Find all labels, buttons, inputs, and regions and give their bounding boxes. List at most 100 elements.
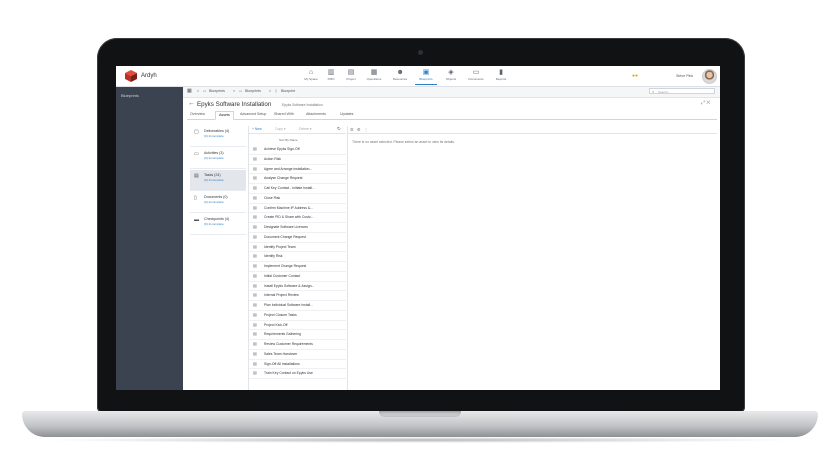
detail-toolbar: ☰ ⚙ ⋮ (347, 126, 717, 134)
task-icon: ▤ (253, 272, 257, 278)
category-incomplete-count[interactable]: (0) Incomplete (204, 156, 224, 160)
task-name: Close Risk (264, 195, 281, 200)
tab-updates[interactable]: Updates (337, 111, 356, 118)
delete-button[interactable]: Delete ▾ (299, 127, 311, 131)
nav-item-operations[interactable]: ▦ Operations (361, 69, 387, 81)
list-item[interactable]: ▤ Action Risk (249, 155, 346, 165)
refresh-icon[interactable]: ↻ (337, 126, 341, 132)
task-icon: ▤ (253, 360, 257, 366)
tab-overview[interactable]: Overview (187, 111, 208, 118)
tab-shared-with[interactable]: Shared With (271, 111, 297, 118)
nav-item-resources[interactable]: ☻ Resources (387, 69, 413, 81)
page-subtitle: Epyks Software Installation (282, 103, 323, 107)
nav-item-documents[interactable]: ▭ Documents (463, 69, 489, 81)
list-item[interactable]: ▤ Document Change Request (249, 233, 346, 243)
task-name: Identify Risk (264, 254, 283, 259)
list-item[interactable]: ▤ Call Key Contact - Initiate Install... (249, 184, 346, 194)
list-item[interactable]: ▤ Initial Customer Contact (249, 272, 346, 282)
sort-dropdown[interactable]: Sort By Name (249, 137, 346, 143)
window-controls-icon[interactable]: ⤢ ✕ (701, 100, 710, 106)
breadcrumb-separator: > (269, 89, 272, 93)
laptop-opening-notch (379, 411, 461, 417)
task-name: Agree and Arrange installation... (264, 166, 313, 171)
factory-icon: ▦ (370, 69, 378, 76)
sort-label: Sort By Name (279, 138, 298, 142)
tab-assets[interactable]: Assets (215, 111, 234, 120)
nav-item-reports[interactable]: ▮ Reports (488, 69, 514, 81)
task-icon: ▤ (253, 350, 257, 356)
list-item[interactable]: ▤ Internal Project Review (249, 291, 346, 301)
back-arrow-icon[interactable]: ← (188, 100, 195, 107)
nav-item-blueprints[interactable]: ▣ Blueprints (413, 69, 439, 85)
tab-bar: Overview Assets Advanced Setup Shared With A… (187, 111, 717, 120)
task-name: Action Risk (264, 156, 281, 161)
laptop-shadow (40, 437, 800, 443)
task-icon: ▤ (253, 341, 257, 346)
gear-icon[interactable]: ⚙ (357, 127, 361, 132)
list-item[interactable]: ▤ Analyse Change Request (249, 174, 346, 184)
category-item[interactable]: ▭ Activities (3) (0) Incomplete (190, 148, 246, 169)
nav-item-objects[interactable]: ◈ Objects (438, 69, 464, 81)
list-item[interactable]: ▤ Review Customer Requirements (249, 340, 346, 350)
list-item[interactable]: ▤ Agree and Arrange installation... (249, 165, 346, 175)
tab-attachments[interactable]: Attachments (303, 111, 329, 118)
task-name: Install Epyks Software & Assign... (264, 283, 315, 288)
task-name: Document Change Request (264, 234, 306, 239)
task-icon: ▤ (253, 185, 257, 190)
more-icon[interactable]: ⋮ (364, 127, 368, 132)
list-item[interactable]: ▤ Train Key Contact on Epyks Use (249, 369, 346, 379)
coins-icon[interactable]: ●● (632, 73, 638, 79)
list-item[interactable]: ▤ Install Epyks Software & Assign... (249, 282, 346, 292)
new-button[interactable]: + New (252, 127, 262, 131)
task-name: Train Key Contact on Epyks Use (264, 371, 313, 376)
task-icon: ▤ (253, 146, 257, 151)
list-item[interactable]: ▤ Requirements Gathering (249, 330, 346, 340)
list-item[interactable]: ▤ Plan Individual Software Install... (249, 301, 346, 311)
page-title: Epyks Software Installation (197, 101, 272, 108)
empty-selection-message: There is no asset selected. Please selec… (352, 140, 455, 144)
ardyh-logo-icon[interactable] (125, 70, 137, 82)
list-item[interactable]: ▤ Sign-Off All Installations (249, 360, 346, 370)
category-item[interactable]: ▯ Documents (0) (0) Incomplete (190, 192, 246, 213)
deliverables-icon: ▢ (194, 129, 199, 135)
list-item[interactable]: ▤ Project Kick-Off (249, 321, 346, 331)
task-name: Requirements Gathering (264, 332, 301, 337)
category-item[interactable]: ▢ Deliverables (4) (0) Incomplete (190, 126, 246, 147)
avatar[interactable] (702, 69, 717, 84)
breadcrumb-item[interactable]: Blueprints (209, 89, 225, 93)
search-input[interactable]: ⌕ Search... (649, 88, 715, 94)
task-name: Confirm Machine IP Address &... (264, 205, 313, 210)
list-item[interactable]: ▤ Close Risk (249, 194, 346, 204)
menu-icon[interactable]: ☰ (350, 127, 354, 132)
sidebar-item-blueprints[interactable]: Blueprints (121, 93, 139, 98)
nav-item-label: Documents (468, 77, 484, 81)
task-icon: ▤ (253, 155, 257, 161)
list-item[interactable]: ▤ Sales Team Handover (249, 350, 346, 360)
user-name[interactable]: Steve Pink (676, 74, 693, 78)
category-item[interactable]: ▬ Checkpoints (4) (0) Incomplete (190, 214, 246, 235)
task-name: Implement Change Request (264, 264, 307, 268)
list-item[interactable]: ▤ Create PID & Share with Custo... (249, 213, 346, 223)
grid-icon[interactable]: ▦ (187, 88, 192, 94)
list-item[interactable]: ▤ Implement Change Request (249, 262, 346, 272)
tab-advanced-setup[interactable]: Advanced Setup (237, 111, 269, 118)
category-incomplete-count[interactable]: (0) Incomplete (204, 200, 224, 204)
task-icon: ▤ (253, 165, 257, 171)
building-icon: ▥ (327, 69, 335, 76)
list-item[interactable]: ▤ Identify Risk (249, 252, 346, 262)
category-incomplete-count[interactable]: (0) Incomplete (204, 134, 224, 138)
list-item[interactable]: ▤ Designate Software Licences (249, 223, 346, 233)
list-item[interactable]: ▤ Identify Project Team (249, 243, 346, 253)
category-item[interactable]: ▤ Tasks (24) (0) Incomplete (190, 170, 246, 191)
category-incomplete-count[interactable]: (0) Incomplete (204, 178, 224, 182)
category-incomplete-count[interactable]: (0) Incomplete (204, 222, 224, 226)
list-item[interactable]: ▤ Confirm Machine IP Address &... (249, 204, 346, 214)
list-item[interactable]: ▤ Project Closure Tasks (249, 311, 346, 321)
list-item[interactable]: ▤ Achieve Epyks Sign-Off (249, 145, 346, 155)
copy-button[interactable]: Copy ▾ (275, 127, 286, 131)
task-name: Review Customer Requirements (264, 342, 313, 346)
breadcrumb-item[interactable]: Blueprints (245, 89, 261, 93)
task-name: Identify Project Team (264, 244, 296, 249)
task-name: Designate Software Licences (264, 225, 308, 229)
breadcrumb-item[interactable]: Blueprint (281, 89, 295, 93)
